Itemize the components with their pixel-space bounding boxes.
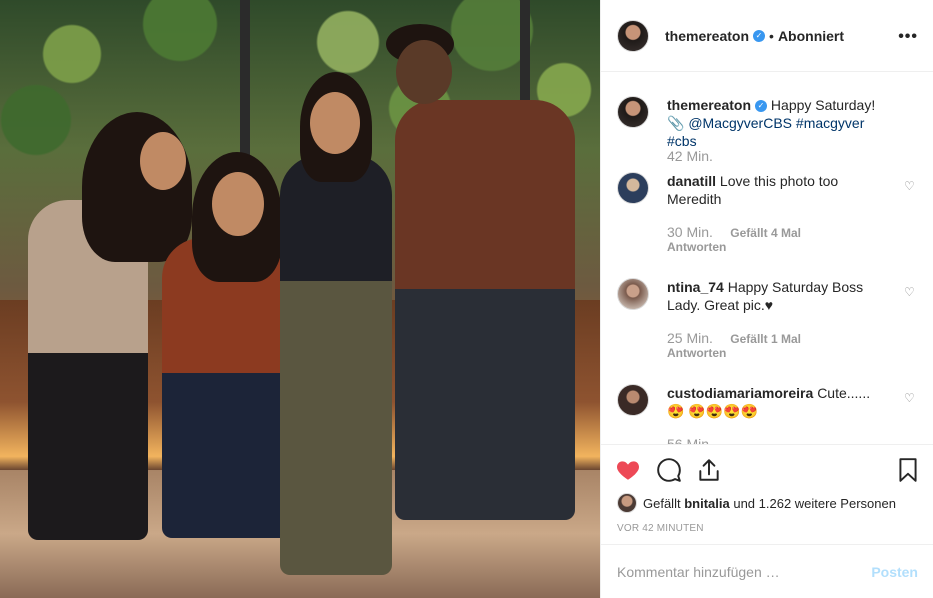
- liker-username[interactable]: bnitalia: [684, 496, 730, 511]
- comment-likes[interactable]: Gefällt 1 Mal: [730, 332, 801, 346]
- more-options-icon[interactable]: •••: [898, 28, 918, 46]
- comment-item: custodiamariamoreira Cute......😍 😍😍😍😍 ♡ …: [617, 384, 922, 444]
- comment-time[interactable]: 25 Min.: [667, 330, 713, 346]
- caption: themereaton ✓ Happy Saturday! 📎 @Macgyver…: [617, 96, 922, 176]
- comment-like-heart-icon[interactable]: ♡: [904, 180, 916, 192]
- likes-summary: Gefällt bnitalia und 1.262 weitere Perso…: [617, 493, 896, 513]
- add-comment-bar: Posten: [601, 544, 933, 598]
- verified-badge-icon: ✓: [755, 100, 768, 113]
- comment-meta: 25 Min. Gefällt 1 Mal: [667, 330, 801, 346]
- header-separator: •: [769, 27, 774, 44]
- caption-hashtag-link[interactable]: #macgyver: [796, 115, 864, 131]
- comment-avatar[interactable]: [617, 172, 649, 204]
- verified-badge-icon: ✓: [753, 29, 766, 42]
- post-side-panel: themereaton ✓ • Abonniert ••• themereato…: [600, 0, 933, 598]
- photo-person: [280, 155, 392, 575]
- post-photo[interactable]: [0, 0, 600, 598]
- comment-avatar[interactable]: [617, 278, 649, 310]
- comment-body: custodiamariamoreira Cute......😍 😍😍😍😍: [667, 384, 882, 420]
- share-icon[interactable]: [696, 457, 722, 483]
- comment-bubble-icon[interactable]: [656, 457, 682, 483]
- comment-like-heart-icon[interactable]: ♡: [904, 286, 916, 298]
- post-header: themereaton ✓ • Abonniert •••: [601, 0, 933, 72]
- follow-status-button[interactable]: Abonniert: [778, 28, 844, 44]
- heart-icon[interactable]: [615, 457, 641, 483]
- comment-likes[interactable]: Gefällt 4 Mal: [730, 226, 801, 240]
- comment-username[interactable]: danatill: [667, 173, 716, 189]
- post-timestamp[interactable]: VOR 42 MINUTEN: [617, 523, 704, 534]
- author-username[interactable]: themereaton: [665, 28, 749, 44]
- comment-body: danatill Love this photo too Meredith: [667, 172, 882, 208]
- photo-hair: [82, 112, 192, 262]
- comment-meta: 56 Min.: [667, 436, 713, 444]
- caption-username[interactable]: themereaton: [667, 97, 751, 113]
- caption-mention-link[interactable]: @MacgyverCBS: [688, 115, 792, 131]
- caption-time[interactable]: 42 Min.: [667, 148, 713, 164]
- photo-head: [212, 172, 264, 236]
- comment-item: ntina_74 Happy Saturday Boss Lady. Great…: [617, 278, 922, 368]
- comment-avatar[interactable]: [617, 384, 649, 416]
- comment-reply-button[interactable]: Antworten: [667, 240, 726, 254]
- likes-others-link[interactable]: und 1.262 weitere Personen: [733, 496, 896, 511]
- liker-avatar[interactable]: [617, 493, 637, 513]
- comment-username[interactable]: custodiamariamoreira: [667, 385, 813, 401]
- comment-like-heart-icon[interactable]: ♡: [904, 392, 916, 404]
- comment-body: ntina_74 Happy Saturday Boss Lady. Great…: [667, 278, 882, 314]
- comments-list[interactable]: themereaton ✓ Happy Saturday! 📎 @Macgyver…: [601, 72, 933, 444]
- photo-head: [310, 92, 360, 154]
- photo-head: [140, 132, 186, 190]
- caption-hashtag-link[interactable]: #cbs: [667, 133, 697, 149]
- comment-time[interactable]: 56 Min.: [667, 436, 713, 444]
- comment-input[interactable]: [617, 563, 872, 580]
- comment-time[interactable]: 30 Min.: [667, 224, 713, 240]
- comment-reply-button[interactable]: Antworten: [667, 346, 726, 360]
- comment-item: danatill Love this photo too Meredith ♡ …: [617, 172, 922, 262]
- caption-body: themereaton ✓ Happy Saturday! 📎 @Macgyver…: [667, 96, 882, 150]
- bookmark-icon[interactable]: [895, 457, 921, 483]
- photo-head: [396, 40, 452, 104]
- likes-prefix: Gefällt: [643, 495, 681, 511]
- comment-meta: 30 Min. Gefällt 4 Mal: [667, 224, 801, 240]
- post-actions: Gefällt bnitalia und 1.262 weitere Perso…: [601, 444, 933, 544]
- author-avatar[interactable]: [617, 19, 649, 52]
- comment-username[interactable]: ntina_74: [667, 279, 724, 295]
- caption-meta: 42 Min.: [667, 148, 713, 164]
- photo-person: [395, 100, 575, 520]
- caption-avatar[interactable]: [617, 96, 649, 128]
- post-comment-button[interactable]: Posten: [871, 564, 918, 580]
